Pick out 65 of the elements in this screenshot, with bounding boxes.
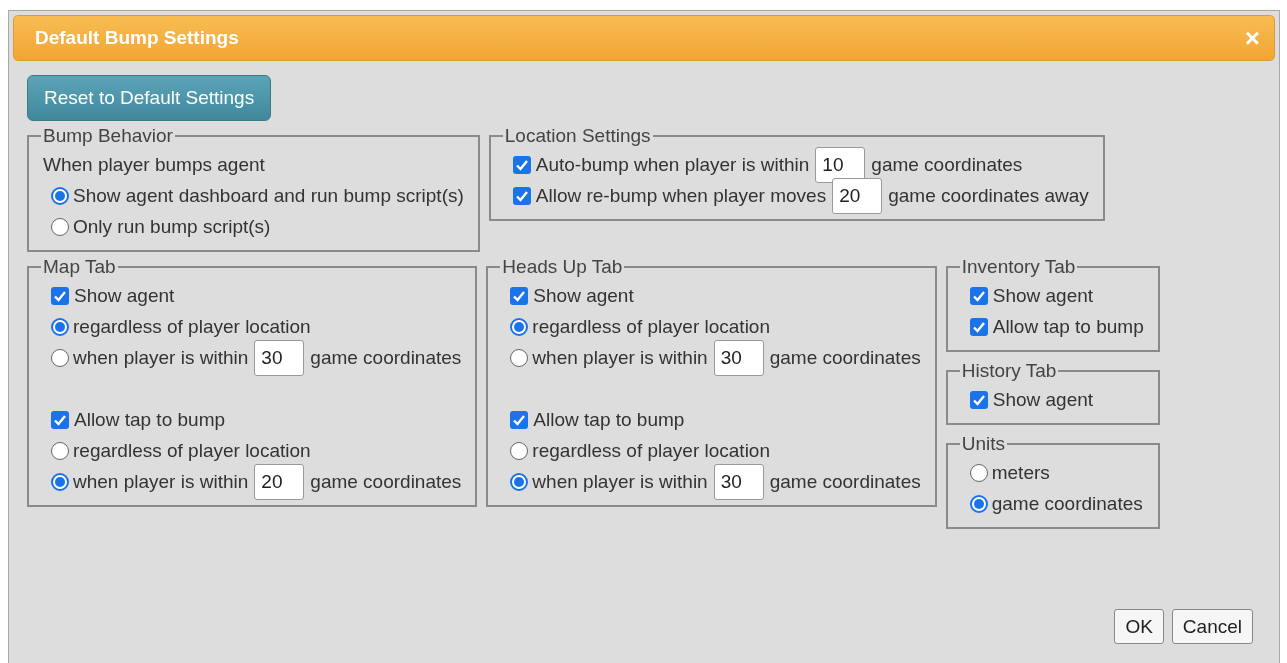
radio-button[interactable] xyxy=(510,317,529,336)
option-label[interactable]: Show agent xyxy=(992,284,1094,307)
checkbox[interactable] xyxy=(969,317,988,336)
unit-label: game coordinates xyxy=(871,153,1023,176)
unit-label: game coordinates xyxy=(769,346,921,369)
group-title: History Tab xyxy=(960,360,1058,382)
option-label[interactable]: meters xyxy=(991,461,1050,484)
dialog-button[interactable]: Cancel xyxy=(1171,609,1253,644)
group-title: Heads Up Tab xyxy=(501,256,624,278)
option-label[interactable]: Allow tap to bump xyxy=(74,408,226,431)
radio-button[interactable] xyxy=(51,217,69,236)
unit-label: game coordinates xyxy=(769,470,921,493)
number-field[interactable]: 10 xyxy=(815,146,866,183)
group-title: Units xyxy=(960,433,1006,455)
option-label[interactable]: Auto-bump when player is within xyxy=(535,153,810,176)
number-field[interactable]: 20 xyxy=(254,463,305,500)
option-label[interactable]: Show agent xyxy=(74,284,175,307)
checkbox[interactable] xyxy=(512,186,531,205)
option-label[interactable]: when player is within xyxy=(532,346,708,369)
unit-label: game coordinates away xyxy=(888,184,1089,207)
option-label[interactable]: game coordinates xyxy=(991,492,1143,515)
group-title: Map Tab xyxy=(42,256,117,278)
option-label[interactable]: Allow tap to bump xyxy=(533,408,685,431)
number-field[interactable]: 30 xyxy=(713,339,764,376)
radio-button[interactable] xyxy=(510,472,529,491)
number-field[interactable]: 20 xyxy=(832,177,883,214)
radio-button[interactable] xyxy=(51,186,69,205)
radio-button[interactable] xyxy=(51,441,69,460)
radio-button[interactable] xyxy=(510,348,529,367)
option-label[interactable]: Allow re-bump when player moves xyxy=(535,184,827,207)
option-label[interactable]: when player is within xyxy=(73,470,249,493)
radio-button[interactable] xyxy=(51,317,69,336)
prompt-text: When player bumps agent xyxy=(43,153,265,176)
radio-button[interactable] xyxy=(510,441,529,460)
radio-button[interactable] xyxy=(51,348,69,367)
option-label[interactable]: regardless of player location xyxy=(73,315,311,338)
option-label[interactable]: when player is within xyxy=(532,470,708,493)
checkbox[interactable] xyxy=(51,410,69,429)
radio-button[interactable] xyxy=(969,494,988,513)
option-label[interactable]: regardless of player location xyxy=(73,439,311,462)
checkbox[interactable] xyxy=(969,390,988,409)
dialog-title: Default Bump Settings xyxy=(35,27,239,49)
option-label[interactable]: Show agent xyxy=(992,388,1094,411)
unit-label: game coordinates xyxy=(310,470,462,493)
checkbox[interactable] xyxy=(510,286,529,305)
option-label[interactable]: Only run bump script(s) xyxy=(73,215,271,238)
number-field[interactable]: 30 xyxy=(713,463,764,500)
checkbox[interactable] xyxy=(510,410,529,429)
option-label[interactable]: regardless of player location xyxy=(532,439,770,462)
checkbox[interactable] xyxy=(512,155,531,174)
checkbox[interactable] xyxy=(969,286,988,305)
group-title: Location Settings xyxy=(503,125,652,147)
radio-button[interactable] xyxy=(969,463,988,482)
unit-label: game coordinates xyxy=(310,346,462,369)
option-label[interactable]: Show agent xyxy=(533,284,634,307)
number-field[interactable]: 30 xyxy=(254,339,305,376)
option-label[interactable]: when player is within xyxy=(73,346,249,369)
dialog-button[interactable]: OK xyxy=(1114,609,1164,644)
group-title: Bump Behavior xyxy=(42,125,174,147)
option-label[interactable]: regardless of player location xyxy=(532,315,770,338)
checkbox[interactable] xyxy=(51,286,69,305)
group-title: Inventory Tab xyxy=(960,256,1077,278)
option-label[interactable]: Show agent dashboard and run bump script(s) xyxy=(73,184,464,207)
option-label[interactable]: Allow tap to bump xyxy=(992,315,1144,338)
radio-button[interactable] xyxy=(51,472,69,491)
